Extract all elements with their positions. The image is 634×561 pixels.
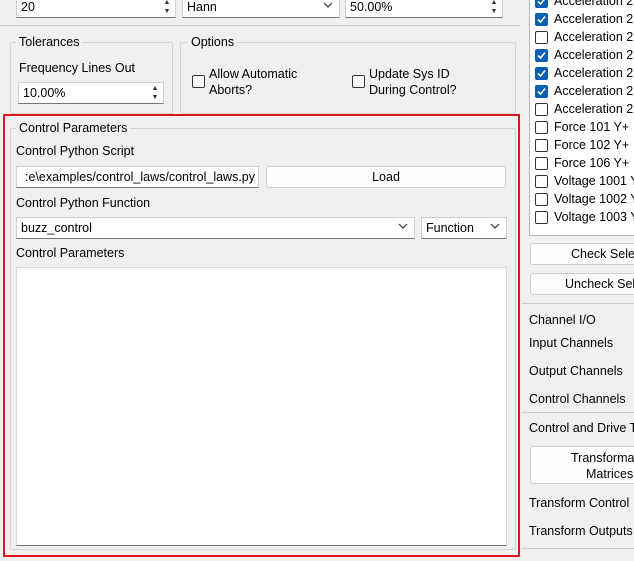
script-path-input[interactable]: :e\examples/control_laws/control_laws.py (16, 166, 259, 188)
checkbox-checked-icon[interactable] (535, 49, 548, 62)
channel-label: Acceleration 2 (554, 48, 634, 62)
checkbox-unchecked-icon[interactable] (535, 139, 548, 152)
overlap-spinbox[interactable]: 50.00% ▲ ▼ (345, 0, 503, 18)
checkbox-checked-icon[interactable] (535, 67, 548, 80)
tolerances-title: Tolerances (16, 35, 83, 49)
channel-io-title: Channel I/O (529, 313, 596, 327)
control-drive-title: Control and Drive T (529, 421, 634, 435)
checkbox-unchecked-icon[interactable] (535, 175, 548, 188)
frequency-lines-value: 10.00% (23, 86, 66, 100)
spin-up-icon[interactable]: ▲ (149, 84, 161, 93)
channel-label: Voltage 1003 Y (554, 210, 634, 224)
checkbox-unchecked-icon[interactable] (535, 103, 548, 116)
checkbox-unchecked-icon[interactable] (535, 31, 548, 44)
transformation-button-line-2: Matrices (586, 467, 634, 481)
check-selected-label: Check Sele (571, 247, 634, 261)
channel-label: Voltage 1002 Y (554, 192, 634, 206)
update-sysid-label-1: Update Sys ID (369, 67, 450, 81)
function-label: Control Python Function (16, 196, 151, 210)
check-selected-button[interactable]: Check Sele (530, 243, 634, 265)
spin-down-icon[interactable]: ▼ (161, 7, 173, 16)
transformation-matrices-button[interactable]: Transforma Matrices (530, 446, 634, 484)
script-path-value: :e\examples/control_laws/control_laws.py (25, 170, 255, 184)
load-button[interactable]: Load (266, 166, 506, 188)
checkbox-unchecked-icon[interactable] (535, 121, 548, 134)
allow-aborts-label-2: Aborts? (209, 83, 253, 97)
frequency-lines-spinbox[interactable]: 10.00% ▲ ▼ (18, 82, 164, 104)
channel-label: Acceleration 2 (554, 102, 634, 116)
control-channels-label: Control Channels (529, 392, 626, 406)
channel-label: Acceleration 2 (554, 84, 634, 98)
chevron-down-icon (490, 223, 500, 229)
spin-down-icon[interactable]: ▼ (488, 7, 500, 16)
frequency-lines-label: Frequency Lines Out (19, 61, 136, 75)
frame-count-value: 20 (21, 0, 35, 14)
channel-list[interactable]: Acceleration 2 Acceleration 2 Acceleration… (529, 0, 634, 236)
input-channels-label: Input Channels (529, 336, 614, 350)
channel-label: Acceleration 2 (554, 12, 634, 26)
channel-label: Force 106 Y+ (554, 156, 630, 170)
function-value: buzz_control (21, 221, 92, 235)
channel-label: Voltage 1001 Y (554, 174, 634, 188)
top-separator (0, 25, 520, 26)
channel-label: Acceleration 2 (554, 0, 634, 8)
chevron-down-icon (398, 223, 408, 229)
channel-label: Acceleration 2 (554, 30, 634, 44)
function-combobox[interactable]: buzz_control (16, 217, 415, 239)
frame-count-spinbox[interactable]: 20 ▲ ▼ (16, 0, 176, 18)
allow-aborts-label-1: Allow Automatic (209, 67, 298, 81)
spin-down-icon[interactable]: ▼ (149, 93, 161, 102)
checkbox-unchecked-icon[interactable] (535, 193, 548, 206)
chevron-down-icon (323, 2, 333, 8)
checkbox-checked-icon[interactable] (535, 13, 548, 26)
spin-up-icon[interactable]: ▲ (161, 0, 173, 7)
right-separator-2 (522, 412, 634, 413)
window-value: Hann (187, 0, 217, 14)
control-parameters-title: Control Parameters (16, 121, 131, 135)
options-title: Options (188, 35, 238, 49)
channel-label: Acceleration 2 (554, 66, 634, 80)
uncheck-selected-button[interactable]: Uncheck Sel (530, 273, 634, 295)
window-combobox[interactable]: Hann (182, 0, 340, 18)
checkbox-unchecked-icon[interactable] (535, 157, 548, 170)
load-button-label: Load (372, 170, 400, 184)
checkbox-unchecked-icon[interactable] (535, 211, 548, 224)
function-type-combobox[interactable]: Function (421, 217, 507, 239)
script-label: Control Python Script (16, 144, 135, 158)
transform-outputs-label: Transform Outputs (529, 524, 633, 538)
update-sysid-checkbox[interactable] (352, 75, 365, 88)
update-sysid-label-2: During Control? (369, 83, 457, 97)
uncheck-selected-label: Uncheck Sel (565, 277, 634, 291)
right-separator-3 (522, 548, 634, 549)
function-type-value: Function (426, 221, 474, 235)
checkbox-checked-icon[interactable] (535, 85, 548, 98)
channel-label: Force 101 Y+ (554, 120, 630, 134)
right-separator-1 (522, 303, 634, 304)
output-channels-label: Output Channels (529, 364, 623, 378)
overlap-value: 50.00% (350, 0, 393, 14)
spin-up-icon[interactable]: ▲ (488, 0, 500, 7)
allow-aborts-checkbox[interactable] (192, 75, 205, 88)
parameters-label: Control Parameters (16, 246, 125, 260)
transform-control-label: Transform Control (529, 496, 630, 510)
channel-label: Force 102 Y+ (554, 138, 630, 152)
transformation-button-line-1: Transforma (571, 451, 634, 465)
checkbox-checked-icon[interactable] (535, 0, 548, 8)
parameters-textarea[interactable] (16, 267, 507, 546)
